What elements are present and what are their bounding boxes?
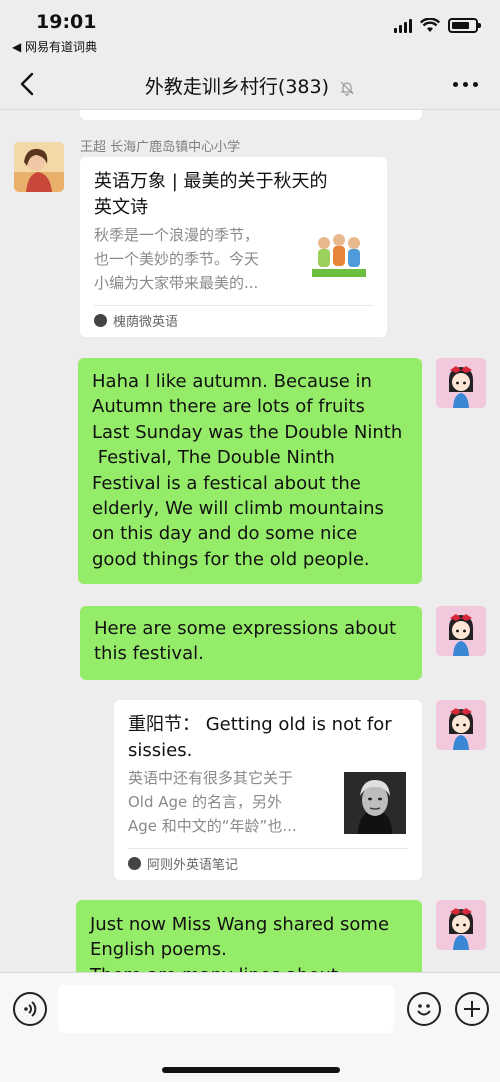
self-avatar[interactable] xyxy=(436,700,486,750)
article-desc-line: 英语中还有很多其它关于 xyxy=(128,769,294,787)
shared-article-card[interactable]: 重阳节： Getting old is not for sissies. 英语中… xyxy=(114,700,422,880)
avatar-image xyxy=(436,606,486,656)
voice-button[interactable] xyxy=(13,992,47,1026)
previous-message-edge xyxy=(80,110,422,120)
article-thumbnail xyxy=(344,772,406,834)
article-desc-line: 小编为大家带来最美的... xyxy=(94,274,259,292)
back-to-app-link[interactable]: ◀ 网易有道词典 xyxy=(12,38,97,55)
plus-icon xyxy=(464,1001,480,1017)
avatar-image xyxy=(14,142,64,192)
article-desc-line: Old Age 的名言，另外 xyxy=(128,793,283,811)
avatar-image xyxy=(436,358,486,408)
message-line: Just now Miss Wang shared some xyxy=(90,914,390,935)
message-input[interactable] xyxy=(58,985,394,1033)
article-thumbnail xyxy=(308,225,370,287)
self-avatar[interactable] xyxy=(436,358,486,408)
chat-title: 外教走训乡村行(383) xyxy=(0,72,500,99)
article-source: 阿则外英语笔记 xyxy=(128,854,238,873)
battery-icon xyxy=(448,18,481,33)
signal-icon xyxy=(394,18,412,33)
avatar[interactable] xyxy=(14,142,64,192)
article-title-line: 英语万象 | 最美的关于秋天的 xyxy=(94,171,328,192)
plus-button[interactable] xyxy=(455,992,489,1026)
message-line: Haha I like autumn. Because in xyxy=(92,371,372,392)
message-bubble[interactable]: Here are some expressions about this fes… xyxy=(80,606,422,680)
message-line: this festival. xyxy=(94,643,204,665)
status-time: 19:01 xyxy=(36,11,97,33)
chat-header: 外教走训乡村行(383) xyxy=(0,58,500,110)
article-desc-line: 也一个美妙的季节。今天 xyxy=(94,250,260,268)
home-indicator[interactable] xyxy=(162,1067,340,1073)
message-line: Last Sunday was the Double Ninth xyxy=(92,421,403,443)
article-title: 重阳节： Getting old is not for sissies. xyxy=(128,712,408,764)
message-line: Autumn there are lots of fruits xyxy=(92,396,365,418)
emoji-button[interactable] xyxy=(407,992,441,1026)
chat-messages[interactable]: 王超 长海广鹿岛镇中心小学 英语万象 | 最美的关于秋天的 英文诗 秋季是一个浪… xyxy=(0,110,500,972)
more-dots-icon[interactable] xyxy=(453,82,478,87)
message-line: elderly, We will climb mountains xyxy=(92,498,384,520)
source-name: 槐荫微英语 xyxy=(113,315,179,330)
message-line: English poems. xyxy=(90,939,227,961)
message-line: Festival, The Double Ninth xyxy=(92,447,335,469)
article-desc-line: Age 和中文的“年龄”也... xyxy=(128,817,297,835)
article-description: 英语中还有很多其它关于 Old Age 的名言，另外 Age 和中文的“年龄”也… xyxy=(128,766,297,838)
bell-off-icon xyxy=(340,81,354,96)
source-logo-icon xyxy=(128,857,141,870)
card-divider xyxy=(94,305,373,306)
message-line: on this day and do some nice xyxy=(92,523,358,545)
shared-article-card[interactable]: 英语万象 | 最美的关于秋天的 英文诗 秋季是一个浪漫的季节， 也一个美妙的季节… xyxy=(80,157,387,337)
self-avatar[interactable] xyxy=(436,606,486,656)
source-name: 阿则外英语笔记 xyxy=(147,858,239,873)
message-line: Festival is a festical about the xyxy=(92,472,361,494)
article-desc-line: 秋季是一个浪漫的季节， xyxy=(94,226,260,244)
group-name: 外教走训乡村行(383) xyxy=(144,76,330,98)
status-bar: 19:01 ◀ 网易有道词典 xyxy=(0,0,500,58)
sender-name: 王超 长海广鹿岛镇中心小学 xyxy=(80,140,241,155)
message-bubble[interactable]: Haha I like autumn. Because in Autumn th… xyxy=(78,358,422,584)
article-title-line: sissies. xyxy=(128,740,193,761)
source-logo-icon xyxy=(94,314,107,327)
wifi-icon xyxy=(420,18,440,32)
article-title: 英语万象 | 最美的关于秋天的 英文诗 xyxy=(94,169,373,221)
article-source: 槐荫微英语 xyxy=(94,311,178,330)
card-divider xyxy=(128,848,408,849)
voice-icon xyxy=(24,1001,37,1017)
message-bubble[interactable]: Just now Miss Wang shared some English p… xyxy=(76,900,422,972)
avatar-image xyxy=(436,700,486,750)
message-line: There are many lines about xyxy=(90,963,408,972)
message-line: Here are some expressions about xyxy=(94,618,397,639)
emoji-icon xyxy=(417,1004,431,1016)
article-title-line: 重阳节： Getting old is not for xyxy=(128,714,392,735)
system-icons xyxy=(394,18,481,33)
message-line: good things for the old people. xyxy=(92,548,370,570)
input-toolbar xyxy=(0,972,500,1082)
article-description: 秋季是一个浪漫的季节， 也一个美妙的季节。今天 小编为大家带来最美的... xyxy=(94,223,259,295)
article-title-line: 英文诗 xyxy=(94,197,148,218)
self-avatar[interactable] xyxy=(436,900,486,950)
avatar-image xyxy=(436,900,486,950)
